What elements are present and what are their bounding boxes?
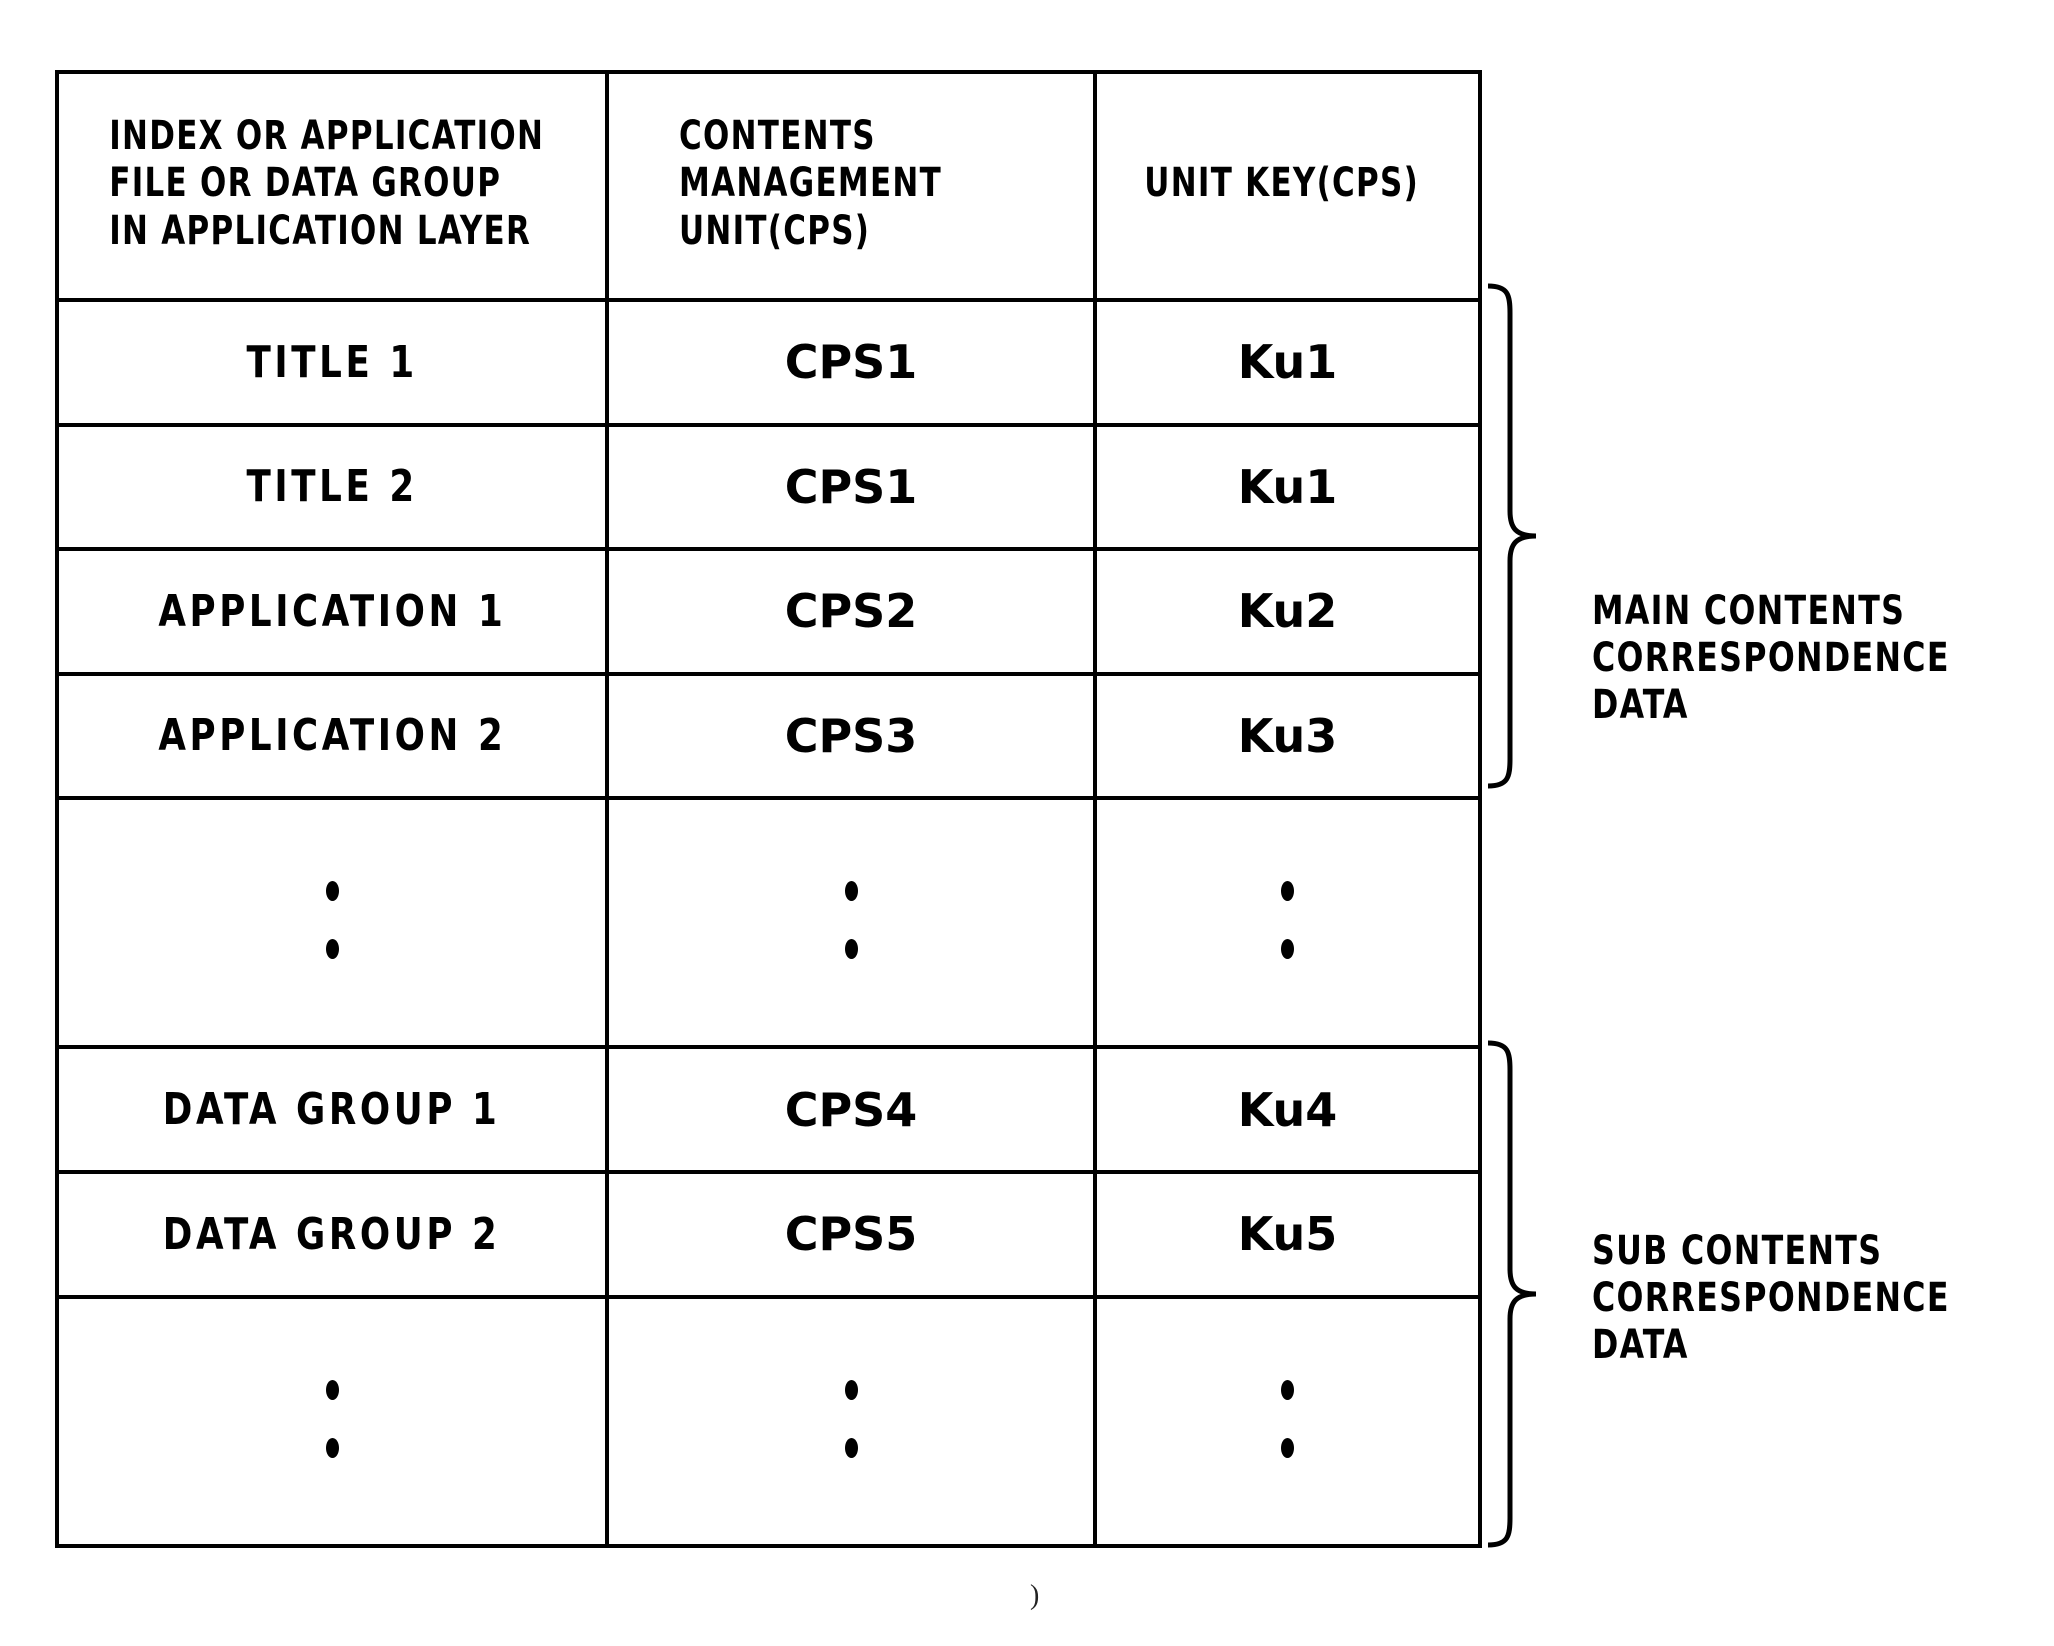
- header-col2-line-1: CONTENTS: [679, 113, 876, 160]
- cell-cps-ellipsis: [605, 1294, 1097, 1549]
- cell-key-ellipsis: [1093, 1294, 1482, 1549]
- cell-label: APPLICATION 2: [55, 671, 609, 801]
- annotation-main-line-3: DATA: [1592, 682, 1689, 729]
- annotation-main-contents: MAIN CONTENTS CORRESPONDENCE DATA: [1592, 588, 1950, 730]
- cell-label: DATA GROUP 1: [55, 1045, 609, 1175]
- header-col1-line-3: IN APPLICATION LAYER: [109, 207, 532, 254]
- cell-cps: CPS1: [605, 422, 1097, 552]
- vertical-ellipsis-icon: [1281, 881, 1295, 960]
- header-col2-line-3: UNIT(CPS): [679, 207, 871, 254]
- cell-cps: CPS1: [605, 297, 1097, 427]
- annotation-main-line-2: CORRESPONDENCE: [1592, 635, 1950, 682]
- cell-cps-text: CPS3: [784, 708, 918, 763]
- table-row: TITLE 2 CPS1 Ku1: [55, 422, 1482, 552]
- cell-label-text: TITLE 2: [246, 461, 418, 513]
- cell-cps: CPS4: [605, 1045, 1097, 1175]
- cell-key-text: Ku4: [1237, 1082, 1338, 1137]
- table-row-ellipsis: [55, 1294, 1482, 1549]
- cell-key: Ku1: [1093, 297, 1482, 427]
- cell-label-text: APPLICATION 1: [157, 585, 506, 637]
- brace-sub-contents: [1486, 1040, 1538, 1548]
- table-row: APPLICATION 2 CPS3 Ku3: [55, 671, 1482, 801]
- correspondence-table-container: INDEX OR APPLICATION FILE OR DATA GROUP …: [55, 70, 1482, 1549]
- cell-label-ellipsis: [55, 796, 609, 1050]
- annotation-sub-line-2: CORRESPONDENCE: [1592, 1275, 1950, 1322]
- annotation-main-line-1: MAIN CONTENTS: [1592, 588, 1906, 634]
- cell-label: TITLE 2: [55, 422, 609, 552]
- header-text-col1: INDEX OR APPLICATION FILE OR DATA GROUP …: [97, 103, 567, 269]
- vertical-ellipsis-icon: [325, 881, 339, 960]
- table-row-ellipsis: [55, 796, 1482, 1050]
- annotation-sub-line-3: DATA: [1592, 1322, 1689, 1369]
- cell-key-ellipsis: [1093, 796, 1482, 1050]
- bottom-mark: ): [1030, 1580, 1040, 1611]
- cell-key: Ku4: [1093, 1045, 1482, 1175]
- cell-key-text: Ku3: [1237, 708, 1338, 763]
- table-row: DATA GROUP 1 CPS4 Ku4: [55, 1045, 1482, 1175]
- patent-figure: INDEX OR APPLICATION FILE OR DATA GROUP …: [0, 0, 2054, 1646]
- cell-label: TITLE 1: [55, 297, 609, 427]
- cell-key: Ku1: [1093, 422, 1482, 552]
- header-col1-line-1: INDEX OR APPLICATION: [109, 113, 545, 160]
- vertical-ellipsis-icon: [844, 1379, 858, 1458]
- cell-label-text: TITLE 1: [246, 336, 418, 388]
- header-cell-contents-management-unit: CONTENTS MANAGEMENT UNIT(CPS): [605, 70, 1097, 302]
- brace-main-contents: [1486, 283, 1538, 789]
- table-row: TITLE 1 CPS1 Ku1: [55, 297, 1482, 427]
- cell-key-text: Ku1: [1237, 335, 1338, 390]
- header-col1-line-2: FILE OR DATA GROUP: [109, 160, 502, 207]
- cell-cps: CPS5: [605, 1170, 1097, 1299]
- brace-sub-icon: [1486, 1040, 1538, 1548]
- annotation-sub-line-1: SUB CONTENTS: [1592, 1228, 1883, 1274]
- cell-key: Ku5: [1093, 1170, 1482, 1299]
- table-row: DATA GROUP 2 CPS5 Ku5: [55, 1170, 1482, 1299]
- cell-key-text: Ku1: [1237, 459, 1338, 514]
- cell-cps-text: CPS1: [784, 459, 918, 514]
- header-col3-line-1: UNIT KEY(CPS): [1144, 160, 1419, 207]
- cell-label: APPLICATION 1: [55, 547, 609, 676]
- cell-key: Ku3: [1093, 671, 1482, 801]
- cell-label: DATA GROUP 2: [55, 1170, 609, 1299]
- table-header-row: INDEX OR APPLICATION FILE OR DATA GROUP …: [55, 70, 1482, 302]
- cell-cps-text: CPS2: [784, 584, 918, 639]
- annotation-sub-contents: SUB CONTENTS CORRESPONDENCE DATA: [1592, 1228, 1950, 1370]
- cell-key: Ku2: [1093, 547, 1482, 676]
- cell-cps-text: CPS4: [784, 1082, 918, 1137]
- cell-label-text: APPLICATION 2: [157, 710, 506, 762]
- correspondence-table: INDEX OR APPLICATION FILE OR DATA GROUP …: [55, 70, 1482, 1549]
- cell-label-text: DATA GROUP 2: [163, 1208, 501, 1260]
- cell-label-text: DATA GROUP 1: [163, 1084, 501, 1136]
- header-cell-unit-key: UNIT KEY(CPS): [1093, 70, 1482, 302]
- header-text-col2: CONTENTS MANAGEMENT UNIT(CPS): [643, 103, 1059, 269]
- cell-cps-text: CPS5: [784, 1207, 918, 1262]
- cell-key-text: Ku5: [1237, 1207, 1338, 1262]
- cell-cps: CPS2: [605, 547, 1097, 676]
- header-col2-line-2: MANAGEMENT: [679, 160, 943, 207]
- cell-key-text: Ku2: [1237, 584, 1338, 639]
- cell-cps-text: CPS1: [784, 335, 918, 390]
- cell-cps: CPS3: [605, 671, 1097, 801]
- table-row: APPLICATION 1 CPS2 Ku2: [55, 547, 1482, 676]
- brace-main-icon: [1486, 283, 1538, 789]
- vertical-ellipsis-icon: [844, 881, 858, 960]
- vertical-ellipsis-icon: [1281, 1379, 1295, 1458]
- cell-label-ellipsis: [55, 1294, 609, 1549]
- header-cell-index-application: INDEX OR APPLICATION FILE OR DATA GROUP …: [55, 70, 609, 302]
- header-text-col3: UNIT KEY(CPS): [1124, 150, 1452, 221]
- cell-cps-ellipsis: [605, 796, 1097, 1050]
- vertical-ellipsis-icon: [325, 1379, 339, 1458]
